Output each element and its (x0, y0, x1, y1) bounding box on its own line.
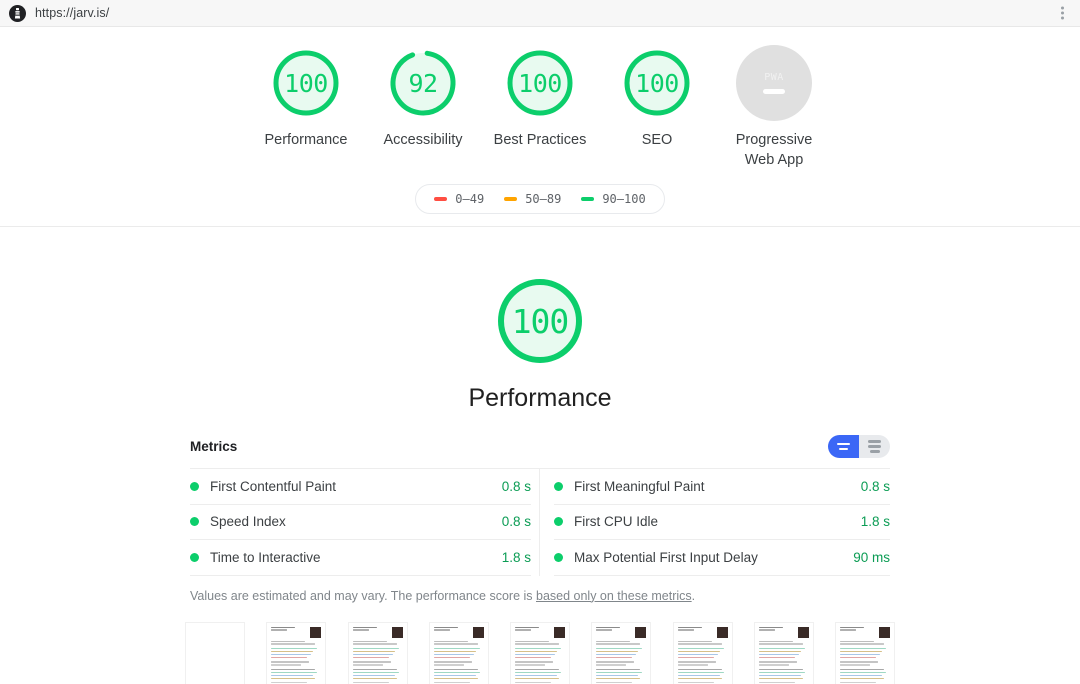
filmstrip-frame (347, 621, 408, 684)
gauge-label: Progressive Web App (735, 132, 813, 168)
gauge-score-value: 100 (284, 68, 328, 98)
metric-status-dot-icon (190, 517, 199, 527)
metric-row[interactable]: First CPU Idle 1.8 s (554, 505, 890, 540)
score-legend: 0–49 50–89 90–100 (0, 184, 1080, 214)
legend-item-average: 50–89 (504, 192, 561, 206)
metrics-heading: Metrics (190, 439, 238, 454)
thumbnail-avatar (310, 626, 322, 638)
metrics-disclaimer: Values are estimated and may vary. The p… (190, 589, 890, 603)
gauge-ring: 100 (268, 45, 344, 121)
pwa-badge: PWA (736, 45, 812, 121)
gauge-label: SEO (641, 132, 673, 148)
legend-item-pass: 90–100 (581, 192, 646, 206)
toggle-compact-view-button[interactable] (828, 435, 859, 458)
metric-status-dot-icon (554, 552, 563, 562)
performance-gauge: 100 (491, 272, 589, 370)
metrics-view-toggle[interactable] (828, 435, 890, 458)
metric-name: First Contentful Paint (210, 478, 337, 494)
metric-name: Max Potential First Input Delay (574, 549, 758, 565)
thumbnail-avatar (472, 626, 484, 638)
filmstrip-frame (753, 621, 814, 684)
filmstrip-frame (266, 621, 327, 684)
metric-name: Speed Index (210, 514, 286, 530)
gauge-list: 100 Performance 92 Accessibility 100 Bes… (0, 45, 1080, 170)
gauge-progressive-web-app[interactable]: PWA Progressive Web App (716, 45, 833, 170)
metric-status-dot-icon (554, 517, 563, 527)
legend-range: 90–100 (602, 192, 646, 206)
metric-value: 0.8 s (501, 478, 531, 494)
thumbnail-avatar (635, 626, 647, 638)
thumbnail-avatar (797, 626, 809, 638)
thumbnail-avatar (716, 626, 728, 638)
gauge-score-value: 100 (635, 68, 679, 98)
gauge-score-value: 92 (408, 68, 438, 98)
legend-range: 0–49 (455, 192, 485, 206)
toggle-expanded-view-button[interactable] (859, 435, 890, 458)
kebab-menu-icon[interactable] (1058, 4, 1067, 23)
metrics-section: Metrics First Contentful Paint 0.8 s Spe… (190, 435, 890, 576)
performance-title: Performance (468, 384, 612, 412)
filmstrip-frame (835, 621, 895, 684)
performance-category-header: 100 Performance (0, 239, 1080, 413)
gauge-accessibility[interactable]: 92 Accessibility (365, 45, 482, 150)
metric-row[interactable]: Max Potential First Input Delay 90 ms (554, 540, 890, 576)
gauge-ring: 92 (385, 45, 461, 121)
metric-name: First CPU Idle (574, 514, 659, 530)
disclaimer-text: Values are estimated and may vary. The p… (190, 588, 536, 603)
filmstrip-frame (510, 621, 570, 684)
section-divider (0, 226, 1080, 227)
filmstrip-frame (428, 621, 489, 684)
browser-url-bar: https://jarv.is/ (0, 0, 1080, 27)
gauge-score-value: 100 (518, 68, 562, 98)
gauge-ring: 100 (619, 45, 695, 121)
pwa-null-dash-icon (763, 89, 785, 94)
legend-range: 50–89 (525, 192, 562, 206)
metric-value: 0.8 s (860, 478, 890, 494)
performance-score-value: 100 (511, 301, 570, 341)
gauge-best-practices[interactable]: 100 Best Practices (482, 45, 599, 150)
metrics-header: Metrics (190, 435, 890, 468)
metric-row[interactable]: Time to Interactive 1.8 s (190, 540, 531, 576)
metric-row[interactable]: First Meaningful Paint 0.8 s (554, 469, 890, 505)
disclaimer-period: . (691, 588, 696, 603)
metric-name: First Meaningful Paint (574, 478, 705, 494)
thumbnail-avatar (879, 626, 890, 638)
thumbnail-avatar (391, 626, 403, 638)
gauge-label: Performance (264, 132, 348, 148)
metric-status-dot-icon (554, 481, 563, 491)
metric-status-dot-icon (190, 552, 199, 562)
disclaimer-link[interactable]: based only on these metrics (536, 589, 692, 603)
metric-value: 0.8 s (501, 514, 531, 530)
pwa-badge-text: PWA (764, 72, 784, 83)
metric-status-dot-icon (190, 481, 199, 491)
metric-row[interactable]: Speed Index 0.8 s (190, 505, 531, 540)
legend-dash-icon (504, 197, 518, 201)
screenshot-filmstrip (185, 621, 895, 684)
metric-name: Time to Interactive (210, 549, 321, 565)
legend-dash-icon (434, 197, 448, 201)
gauge-label: Accessibility (383, 132, 463, 148)
metrics-column-right: First Meaningful Paint 0.8 s First CPU I… (540, 469, 890, 576)
legend-dash-icon (581, 197, 595, 201)
metric-value: 90 ms (853, 549, 890, 565)
filmstrip-frame (591, 621, 652, 684)
gauge-seo[interactable]: 100 SEO (599, 45, 716, 150)
gauge-ring: 100 (502, 45, 578, 121)
metrics-column-left: First Contentful Paint 0.8 s Speed Index… (190, 469, 540, 576)
gauge-performance[interactable]: 100 Performance (248, 45, 365, 150)
filmstrip-frame (672, 621, 733, 684)
metrics-columns: First Contentful Paint 0.8 s Speed Index… (190, 468, 890, 576)
lighthouse-icon (9, 4, 26, 22)
scores-overview: 100 Performance 92 Accessibility 100 Bes… (0, 27, 1080, 239)
thumbnail-avatar (554, 626, 565, 638)
filmstrip-frame (185, 621, 245, 684)
metric-value: 1.8 s (860, 514, 890, 530)
url-text[interactable]: https://jarv.is/ (35, 6, 109, 20)
metric-row[interactable]: First Contentful Paint 0.8 s (190, 469, 531, 505)
legend-item-fail: 0–49 (434, 192, 484, 206)
metric-value: 1.8 s (501, 549, 531, 565)
gauge-label: Best Practices (493, 132, 587, 148)
